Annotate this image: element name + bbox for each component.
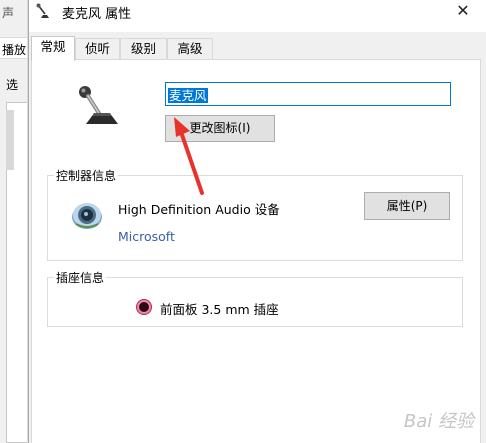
controller-info-label: 控制器信息 xyxy=(54,167,119,184)
tab-listen[interactable]: 侦听 xyxy=(75,38,120,60)
jack-info-label: 插座信息 xyxy=(54,269,107,286)
tab-advanced[interactable]: 高级 xyxy=(167,38,213,60)
controller-name: High Definition Audio 设备 xyxy=(118,202,280,217)
background-list-scrollbar[interactable] xyxy=(6,110,14,170)
background-window-title: 声 xyxy=(2,6,15,20)
microphone-icon xyxy=(36,3,49,18)
general-tab-panel: 麦克风 更改图标(I) 控制器信息 High Definition Audio … xyxy=(31,59,481,443)
annotation-arrow-icon xyxy=(174,117,204,195)
jack-info-group: 插座信息 前面板 3.5 mm 插座 xyxy=(47,269,463,327)
background-label: 选 xyxy=(6,78,19,92)
dialog-title: 麦克风 属性 xyxy=(62,7,132,22)
close-icon: ✕ xyxy=(456,1,470,20)
background-window: 声 播放 选 xyxy=(0,0,28,443)
device-microphone-icon xyxy=(79,86,118,124)
controller-vendor-link[interactable]: Microsoft xyxy=(118,229,175,244)
close-button[interactable]: ✕ xyxy=(440,0,486,26)
jack-description: 前面板 3.5 mm 插座 xyxy=(160,302,279,317)
tab-levels[interactable]: 级别 xyxy=(120,38,167,60)
speaker-icon xyxy=(72,203,102,229)
audio-jack-icon xyxy=(137,300,151,314)
microphone-properties-dialog: 麦克风 属性 ✕ 常规 侦听 级别 高级 麦克风 更改图标(I) 控制器信息 H… xyxy=(28,0,486,443)
controller-info-group: 控制器信息 High Definition Audio 设备 Microsoft… xyxy=(47,167,463,261)
controller-properties-button[interactable]: 属性(P) xyxy=(364,192,450,220)
tab-general[interactable]: 常规 xyxy=(31,36,75,61)
title-bar[interactable]: 麦克风 属性 ✕ xyxy=(29,0,486,32)
device-name-input[interactable]: 麦克风 xyxy=(165,82,451,106)
background-tab-playback[interactable]: 播放 xyxy=(0,37,27,59)
device-name-value: 麦克风 xyxy=(168,88,208,103)
watermark: Bai 经验 xyxy=(403,411,474,432)
